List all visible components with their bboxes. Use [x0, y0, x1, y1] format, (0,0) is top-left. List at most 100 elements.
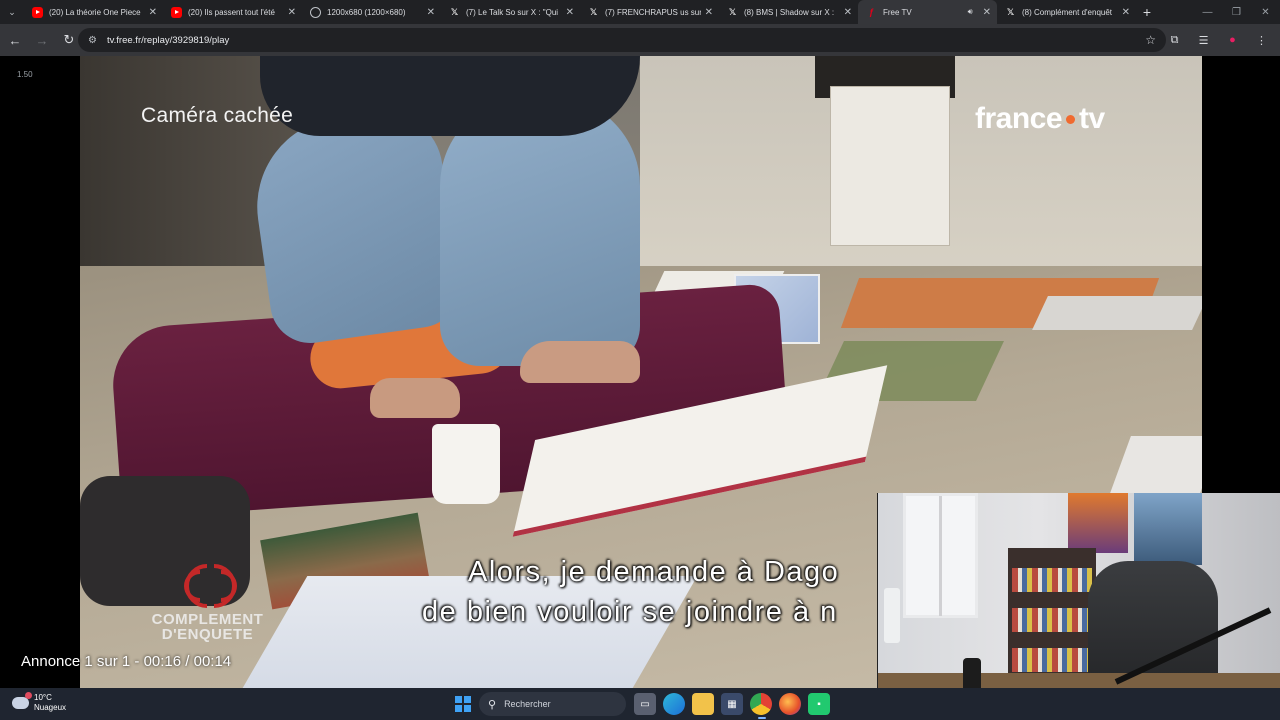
- tab-title: (20) Ils passent tout l'été: [188, 7, 275, 17]
- tab-title: 1200x680 (1200×680): [327, 7, 406, 17]
- toolbar-right: ⧉ ☰ ● ⋮: [1160, 28, 1276, 52]
- minimize-icon[interactable]: —: [1193, 0, 1222, 24]
- webcam-overlay: [877, 493, 1280, 720]
- tab-0[interactable]: (20) La théorie One Piece ✕: [24, 0, 163, 24]
- france-tv-logo: france tv: [975, 102, 1105, 136]
- subtitle-line-2: de bien vouloir se joindre à n: [422, 596, 838, 628]
- edge-icon[interactable]: [663, 693, 685, 715]
- subtitle-line-1: Alors, je demande à Dago: [468, 556, 840, 588]
- tab-2[interactable]: 1200x680 (1200×680) ✕: [302, 0, 441, 24]
- webcam-shelf-row: [1012, 568, 1092, 592]
- complement-enquete-logo: COMPLEMENT D'ENQUETE: [140, 556, 275, 646]
- waves-icon: [184, 564, 237, 608]
- windows-start-icon[interactable]: [455, 696, 471, 712]
- webcam-window: [903, 493, 978, 618]
- tab-title: (7) Le Talk So sur X : "Qui: [466, 7, 559, 17]
- firefox-icon[interactable]: [779, 693, 801, 715]
- store-icon[interactable]: ▦: [721, 693, 743, 715]
- scene-mug: [432, 424, 500, 504]
- show-logo-line2: D'ENQUETE: [161, 626, 254, 643]
- tab-close-icon[interactable]: ✕: [1122, 7, 1130, 18]
- tab-5[interactable]: 𝕏 (8) BMS | Shadow sur X : ✕: [719, 0, 858, 24]
- scene-leg: [440, 96, 640, 366]
- logo-text-tv: tv: [1079, 102, 1105, 135]
- scene-paper: [1032, 296, 1202, 330]
- scene-fridge: [830, 86, 950, 246]
- scene-foot: [370, 378, 460, 418]
- playback-speed: 1.50: [17, 70, 33, 79]
- scene-foot: [520, 341, 640, 383]
- forward-icon[interactable]: →: [30, 28, 54, 52]
- webcam-spray-bottle: [884, 588, 900, 643]
- address-bar[interactable]: ⚙ tv.free.fr/replay/3929819/play ☆: [78, 28, 1166, 52]
- window-controls: — ❐ ✕: [1193, 0, 1280, 24]
- close-window-icon[interactable]: ✕: [1251, 0, 1280, 24]
- tab-strip: ⌄ (20) La théorie One Piece ✕ (20) Ils p…: [0, 0, 1280, 24]
- tab-title: (7) FRENCHRAPUS us sur: [605, 7, 701, 17]
- tab-search-chevron-icon[interactable]: ⌄: [0, 0, 24, 24]
- tab-groups-icon[interactable]: ☰: [1189, 28, 1218, 52]
- tab-title: Free TV: [883, 7, 912, 17]
- tab-1[interactable]: (20) Ils passent tout l'été ✕: [163, 0, 302, 24]
- logo-text-france: france: [975, 102, 1063, 135]
- task-view-icon[interactable]: ▭: [634, 693, 656, 715]
- webcam-poster: [1134, 493, 1202, 565]
- show-logo-text: COMPLEMENT D'ENQUETE: [140, 612, 275, 642]
- tab-6-active[interactable]: ƒ Free TV 🔊︎ ✕: [858, 0, 997, 24]
- taskbar-apps: ▭ ▦ ▪: [634, 693, 837, 715]
- tab-close-icon[interactable]: ✕: [288, 7, 296, 18]
- youtube-icon: [171, 6, 182, 18]
- logo-dot: [1066, 114, 1076, 124]
- search-placeholder: Rechercher: [504, 699, 551, 709]
- new-tab-button[interactable]: +: [1136, 0, 1158, 24]
- file-explorer-icon[interactable]: [692, 693, 714, 715]
- menu-kebab-icon[interactable]: ⋮: [1247, 28, 1276, 52]
- back-icon[interactable]: ←: [3, 28, 27, 52]
- cloud-icon: [12, 692, 32, 709]
- x-icon: 𝕏: [1006, 6, 1015, 17]
- tab-close-icon[interactable]: ✕: [844, 7, 852, 18]
- tab-7[interactable]: 𝕏 (8) Complément d'enquêt ✕: [997, 0, 1136, 24]
- tab-close-icon[interactable]: ✕: [566, 7, 574, 18]
- x-icon: 𝕏: [450, 6, 459, 17]
- tab-4[interactable]: 𝕏 (7) FRENCHRAPUS us sur ✕: [580, 0, 719, 24]
- free-icon: ƒ: [868, 7, 874, 17]
- weather-widget[interactable]: 10°C Nuageux: [12, 692, 66, 713]
- bookmark-star-icon[interactable]: ☆: [1145, 33, 1156, 47]
- tab-close-icon[interactable]: ✕: [427, 7, 435, 18]
- audio-playing-icon[interactable]: 🔊︎: [968, 7, 973, 17]
- site-info-icon[interactable]: ⚙: [88, 35, 97, 46]
- tab-3[interactable]: 𝕏 (7) Le Talk So sur X : "Qui ✕: [441, 0, 580, 24]
- search-icon: ⚲: [488, 698, 497, 711]
- green-app-icon[interactable]: ▪: [808, 693, 830, 715]
- url-text[interactable]: tv.free.fr/replay/3929819/play: [107, 35, 229, 46]
- extensions-icon[interactable]: ⧉: [1160, 28, 1189, 52]
- webcam-shelf-row: [1012, 648, 1092, 672]
- browser-toolbar: ← → ↻ ⚙ tv.free.fr/replay/3929819/play ☆…: [0, 24, 1280, 56]
- active-app-indicator: [758, 717, 766, 719]
- scene-sheet: [242, 576, 698, 688]
- weather-condition: Nuageux: [34, 703, 67, 712]
- weather-temp: 10°C: [34, 693, 52, 702]
- weather-text: 10°C Nuageux: [34, 693, 66, 713]
- camera-label: Caméra cachée: [141, 104, 294, 127]
- show-logo-line1: COMPLEMENT: [151, 611, 264, 628]
- profile-avatar-icon[interactable]: ●: [1218, 28, 1247, 52]
- tab-close-icon[interactable]: ✕: [705, 7, 713, 18]
- webcam-shelf-row: [1012, 608, 1092, 632]
- restore-icon[interactable]: ❐: [1222, 0, 1251, 24]
- tab-close-icon[interactable]: ✕: [983, 7, 991, 18]
- x-icon: 𝕏: [589, 6, 598, 17]
- tab-title: (8) BMS | Shadow sur X :: [744, 7, 835, 17]
- tab-close-icon[interactable]: ✕: [149, 7, 157, 18]
- webcam-poster: [1068, 493, 1128, 553]
- globe-icon: [310, 6, 321, 18]
- x-icon: 𝕏: [728, 6, 737, 17]
- tab-title: (8) Complément d'enquêt: [1022, 7, 1113, 17]
- youtube-icon: [32, 6, 43, 18]
- scene-torso: [260, 56, 640, 136]
- windows-taskbar: 10°C Nuageux ⚲ Rechercher ▭ ▦ ▪: [0, 688, 1280, 720]
- taskbar-search[interactable]: ⚲ Rechercher: [479, 692, 626, 716]
- ad-status-text: Annonce 1 sur 1 - 00:16 / 00:14: [21, 653, 232, 670]
- chrome-icon[interactable]: [750, 693, 772, 715]
